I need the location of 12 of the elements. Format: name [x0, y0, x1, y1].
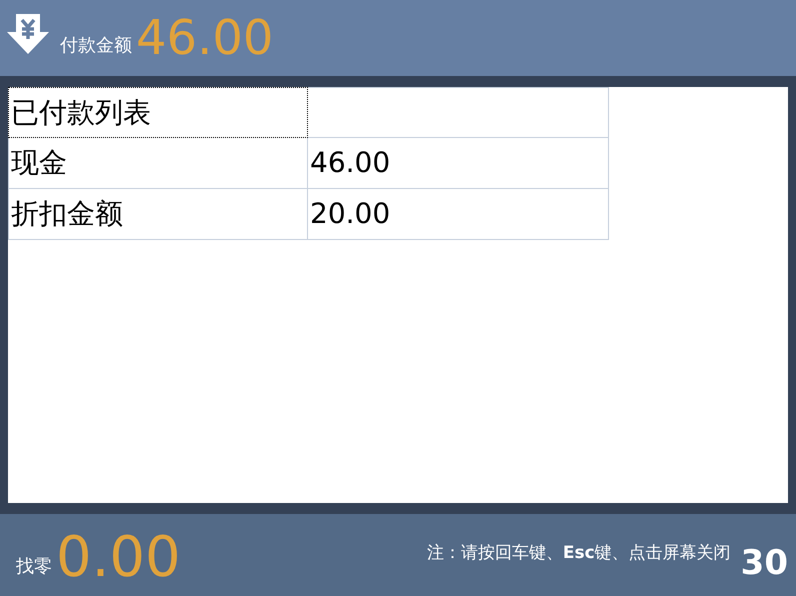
table-cell: 折扣金额 [8, 189, 308, 240]
countdown: 30 [740, 546, 788, 580]
table-cell: 现金 [8, 138, 308, 189]
change-label: 找零 [16, 555, 52, 579]
payment-amount: 46.00 [136, 14, 274, 62]
change-amount: 0.00 [56, 530, 181, 586]
table-cell: 已付款列表 [8, 87, 308, 138]
table-cell: 46.00 [308, 138, 609, 189]
payment-label: 付款金额 [60, 34, 132, 58]
close-hint: 注：请按回车键、Esc键、点击屏幕关闭 [426, 542, 731, 564]
download-yen-icon [6, 12, 50, 56]
table-cell: 20.00 [308, 189, 609, 240]
